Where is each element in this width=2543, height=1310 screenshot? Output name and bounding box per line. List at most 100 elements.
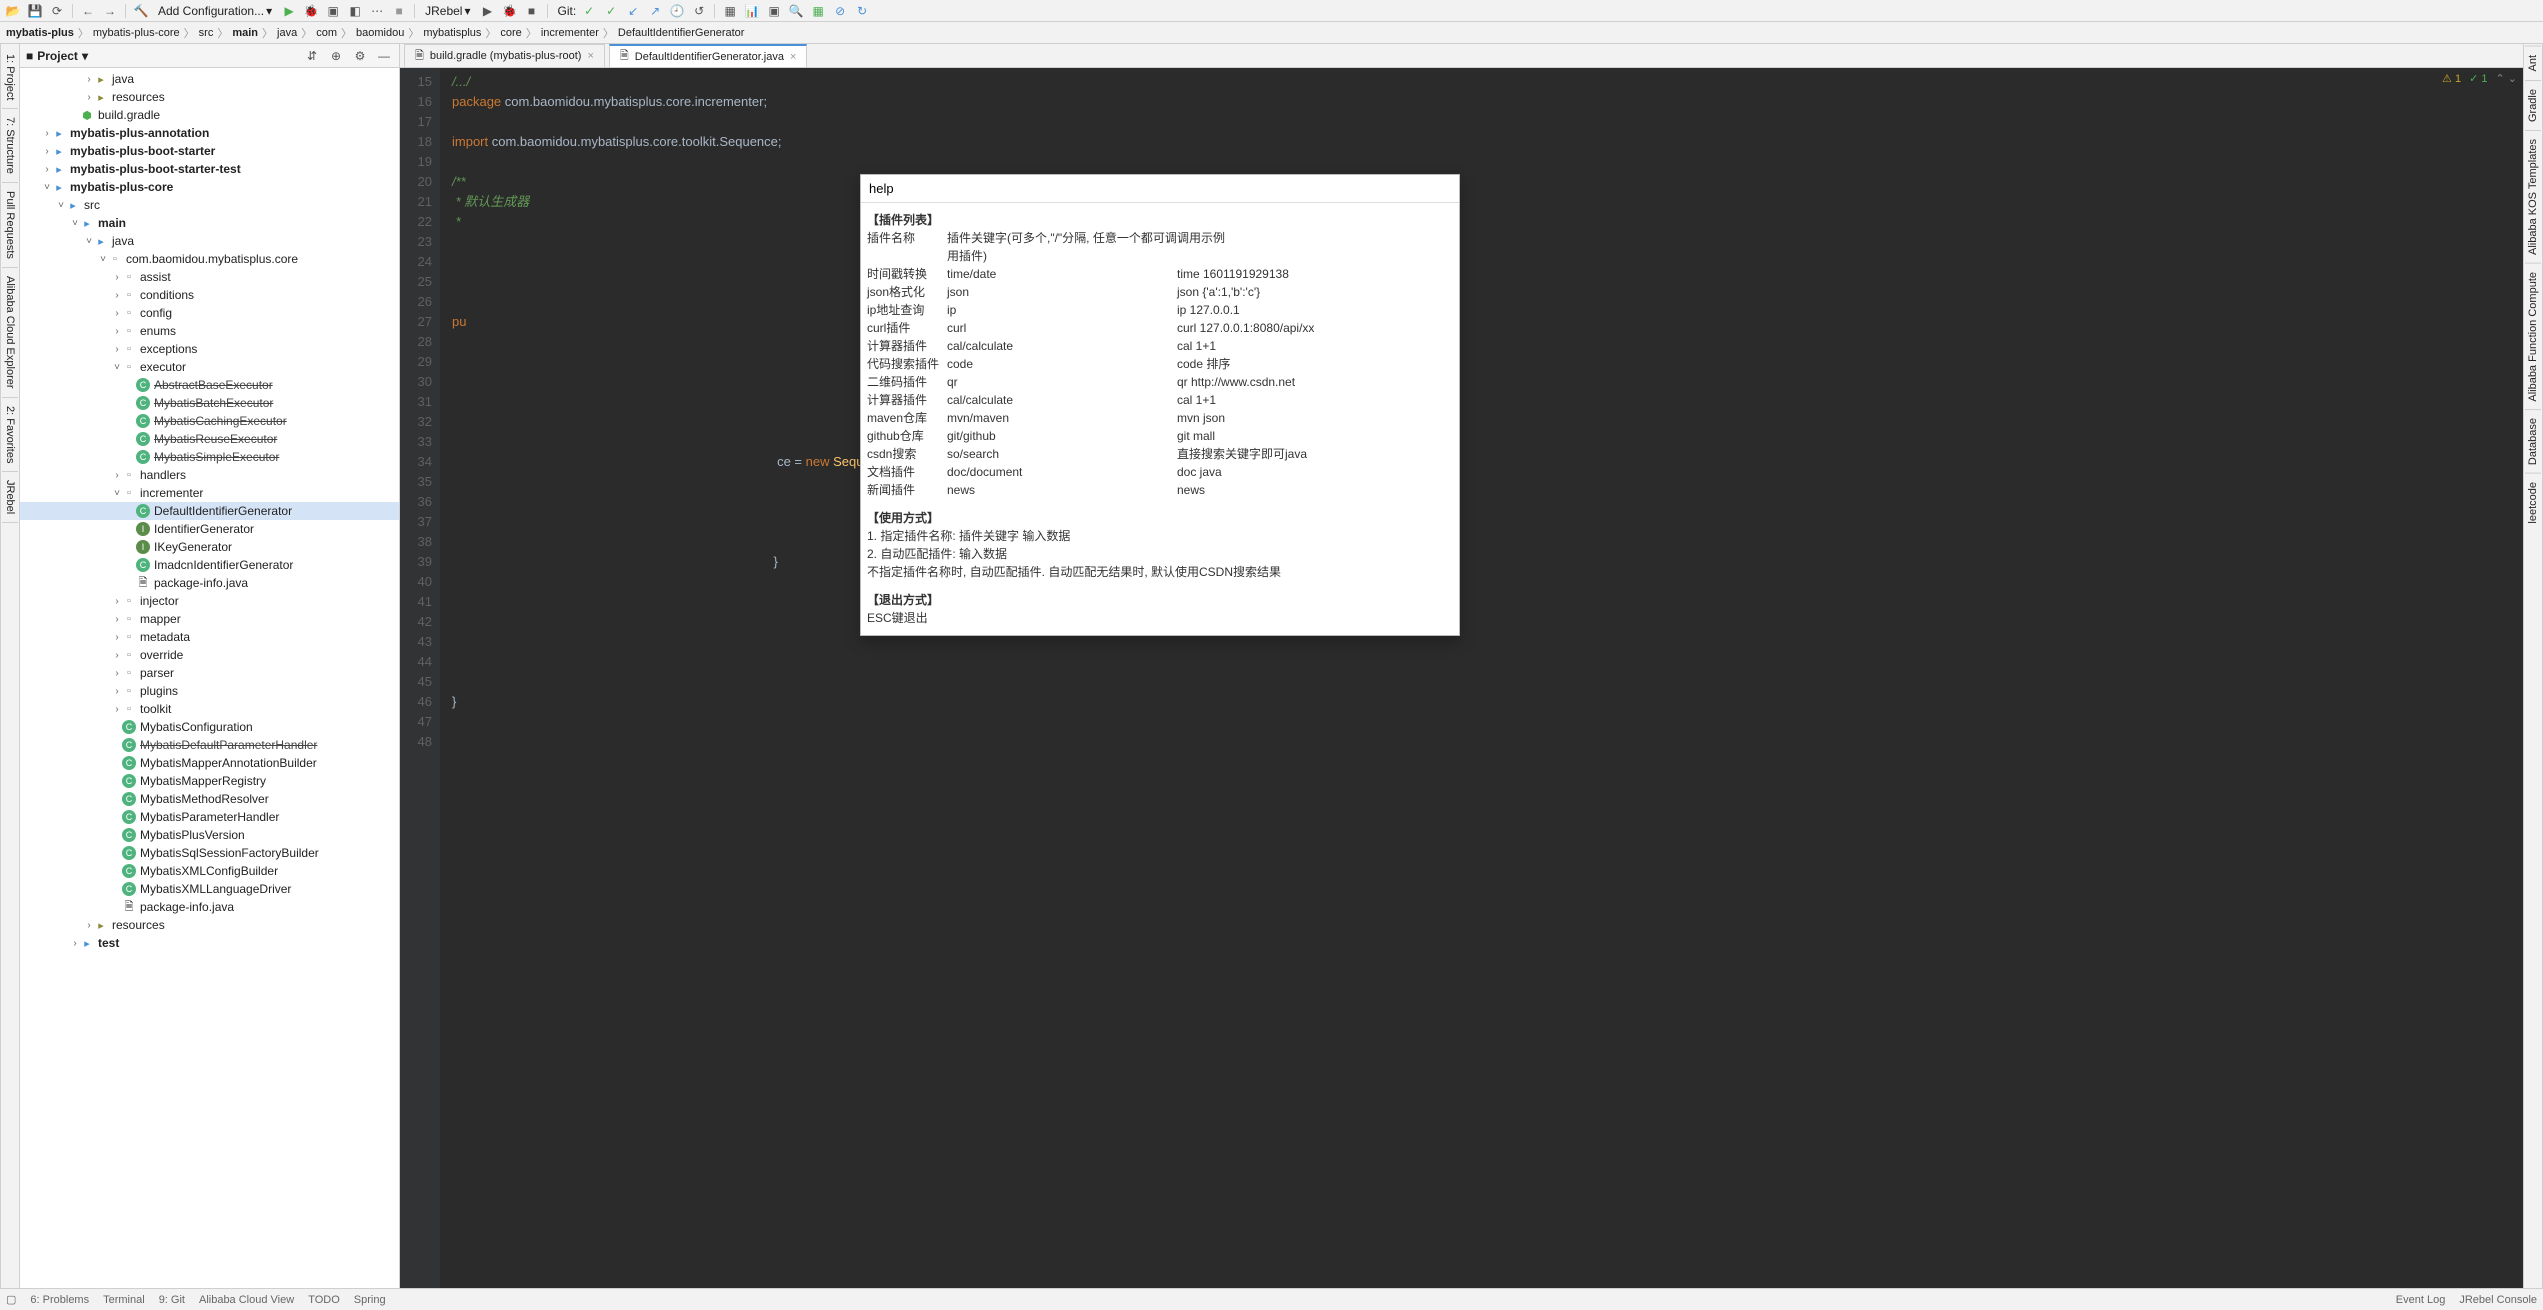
tree-node[interactable]: ›▫injector: [20, 592, 399, 610]
tree-node[interactable]: CDefaultIdentifierGenerator: [20, 502, 399, 520]
tree-node[interactable]: CMybatisPlusVersion: [20, 826, 399, 844]
run-icon[interactable]: ▶: [280, 2, 298, 20]
tree-node[interactable]: CMybatisXMLLanguageDriver: [20, 880, 399, 898]
code-line[interactable]: [452, 532, 2523, 552]
project-panel-title[interactable]: ■ Project ▾: [26, 49, 88, 63]
status-item[interactable]: Terminal: [103, 1294, 145, 1306]
tree-node[interactable]: CImadcnIdentifierGenerator: [20, 556, 399, 574]
popup-plugin-row[interactable]: 计算器插件cal/calculatecal 1+1: [867, 337, 1451, 355]
code-line[interactable]: [452, 352, 2523, 372]
breadcrumb-item[interactable]: baomidou: [356, 27, 404, 39]
tree-toggle-icon[interactable]: ˅: [112, 362, 122, 373]
tool-strip-tab[interactable]: Gradle: [2525, 80, 2541, 130]
code-line[interactable]: pu: [452, 312, 2523, 332]
popup-plugin-row[interactable]: 二维码插件qrqr http://www.csdn.net: [867, 373, 1451, 391]
attach-icon[interactable]: ⋯: [368, 2, 386, 20]
tree-toggle-icon[interactable]: ›: [42, 164, 52, 175]
tree-node[interactable]: CMybatisSimpleExecutor: [20, 448, 399, 466]
coverage-icon[interactable]: ▣: [324, 2, 342, 20]
tree-toggle-icon[interactable]: ›: [112, 470, 122, 481]
tree-toggle-icon[interactable]: ˅: [42, 182, 52, 193]
project-tree[interactable]: ›▸java›▸resources⬢build.gradle›▸mybatis-…: [20, 68, 399, 1288]
tree-node[interactable]: CAbstractBaseExecutor: [20, 376, 399, 394]
git-commit-icon[interactable]: ✓: [580, 2, 598, 20]
popup-plugin-row[interactable]: ip地址查询ipip 127.0.0.1: [867, 301, 1451, 319]
code-line[interactable]: ce = new Sequence(workerId, dataCenterId…: [452, 452, 2523, 472]
code-line[interactable]: *: [452, 212, 2523, 232]
popup-search-input[interactable]: [861, 175, 1459, 203]
tree-node[interactable]: ›▸resources: [20, 916, 399, 934]
code-line[interactable]: /.../: [452, 72, 2523, 92]
tree-node[interactable]: ›▫enums: [20, 322, 399, 340]
status-item[interactable]: Event Log: [2396, 1294, 2446, 1306]
tree-node[interactable]: CMybatisMethodResolver: [20, 790, 399, 808]
tree-node[interactable]: CMybatisConfiguration: [20, 718, 399, 736]
git-history-icon[interactable]: 🕘: [668, 2, 686, 20]
tree-node[interactable]: ›▫exceptions: [20, 340, 399, 358]
popup-plugin-row[interactable]: 新闻插件newsnews: [867, 481, 1451, 499]
tree-node[interactable]: ›▫override: [20, 646, 399, 664]
tree-node[interactable]: ›▫conditions: [20, 286, 399, 304]
tool-strip-tab[interactable]: 1: Project: [2, 46, 18, 109]
code-line[interactable]: [452, 592, 2523, 612]
breadcrumb-item[interactable]: src: [199, 27, 214, 39]
tree-node[interactable]: ˅▸mybatis-plus-core: [20, 178, 399, 196]
ide-2-icon[interactable]: 📊: [743, 2, 761, 20]
git-rollback-icon[interactable]: ↺: [690, 2, 708, 20]
refresh-icon[interactable]: ⟳: [48, 2, 66, 20]
tree-toggle-icon[interactable]: ›: [112, 650, 122, 661]
tool-strip-tab[interactable]: Alibaba KOS Templates: [2525, 130, 2541, 263]
breadcrumb-item[interactable]: com: [316, 27, 337, 39]
tree-node[interactable]: ›▸mybatis-plus-boot-starter: [20, 142, 399, 160]
popup-plugin-row[interactable]: 代码搜索插件codecode 排序: [867, 355, 1451, 373]
tree-node[interactable]: 🗎package-info.java: [20, 898, 399, 916]
tool-strip-tab[interactable]: Pull Requests: [2, 183, 18, 268]
popup-plugin-row[interactable]: 计算器插件cal/calculatecal 1+1: [867, 391, 1451, 409]
jrebel-run-icon[interactable]: ▶: [479, 2, 497, 20]
tree-toggle-icon[interactable]: ›: [112, 668, 122, 679]
status-item[interactable]: TODO: [308, 1294, 340, 1306]
open-icon[interactable]: 📂: [4, 2, 22, 20]
status-item[interactable]: Alibaba Cloud View: [199, 1294, 294, 1306]
code-editor[interactable]: ⚠ 1 ✓ 1 ⌃ ⌄ 1516171819202122232425262728…: [400, 68, 2523, 1288]
tree-toggle-icon[interactable]: ˅: [84, 236, 94, 247]
debug-icon[interactable]: 🐞: [302, 2, 320, 20]
git-push-icon[interactable]: ✓: [602, 2, 620, 20]
ide-5-icon[interactable]: ⊘: [831, 2, 849, 20]
code-line[interactable]: [452, 372, 2523, 392]
undo-icon[interactable]: ←: [79, 2, 97, 20]
tree-node[interactable]: ›▫metadata: [20, 628, 399, 646]
tree-node[interactable]: CMybatisParameterHandler: [20, 808, 399, 826]
code-line[interactable]: [452, 412, 2523, 432]
code-line[interactable]: [452, 292, 2523, 312]
tool-strip-tab[interactable]: Alibaba Cloud Explorer: [2, 268, 18, 398]
code-line[interactable]: [452, 732, 2523, 752]
tree-node[interactable]: ›▸mybatis-plus-annotation: [20, 124, 399, 142]
tree-toggle-icon[interactable]: ›: [112, 686, 122, 697]
breadcrumb-item[interactable]: main: [232, 27, 258, 39]
git-update-icon[interactable]: ↙: [624, 2, 642, 20]
tree-toggle-icon[interactable]: ›: [112, 326, 122, 337]
code-line[interactable]: [452, 632, 2523, 652]
tree-node[interactable]: ›▫config: [20, 304, 399, 322]
jrebel-stop-icon[interactable]: ■: [523, 2, 541, 20]
code-line[interactable]: package com.baomidou.mybatisplus.core.in…: [452, 92, 2523, 112]
tree-node[interactable]: CMybatisReuseExecutor: [20, 430, 399, 448]
ide-6-icon[interactable]: ↻: [853, 2, 871, 20]
status-item[interactable]: 9: Git: [159, 1294, 185, 1306]
ide-1-icon[interactable]: ▦: [721, 2, 739, 20]
tree-node[interactable]: ›▫handlers: [20, 466, 399, 484]
code-line[interactable]: import com.baomidou.mybatisplus.core.too…: [452, 132, 2523, 152]
breadcrumb-item[interactable]: DefaultIdentifierGenerator: [618, 27, 745, 39]
tree-node[interactable]: ˅▸java: [20, 232, 399, 250]
tree-node[interactable]: ›▫plugins: [20, 682, 399, 700]
tree-toggle-icon[interactable]: ›: [112, 308, 122, 319]
popup-plugin-row[interactable]: curl插件curlcurl 127.0.0.1:8080/api/xx: [867, 319, 1451, 337]
breadcrumb-item[interactable]: mybatis-plus-core: [93, 27, 180, 39]
tree-toggle-icon[interactable]: ›: [112, 596, 122, 607]
status-item[interactable]: 6: Problems: [30, 1294, 89, 1306]
tree-node[interactable]: CMybatisMapperRegistry: [20, 772, 399, 790]
tool-strip-tab[interactable]: 7: Structure: [2, 109, 18, 183]
git-pull-icon[interactable]: ↗: [646, 2, 664, 20]
tool-strip-tab[interactable]: Alibaba Function Compute: [2525, 263, 2541, 410]
